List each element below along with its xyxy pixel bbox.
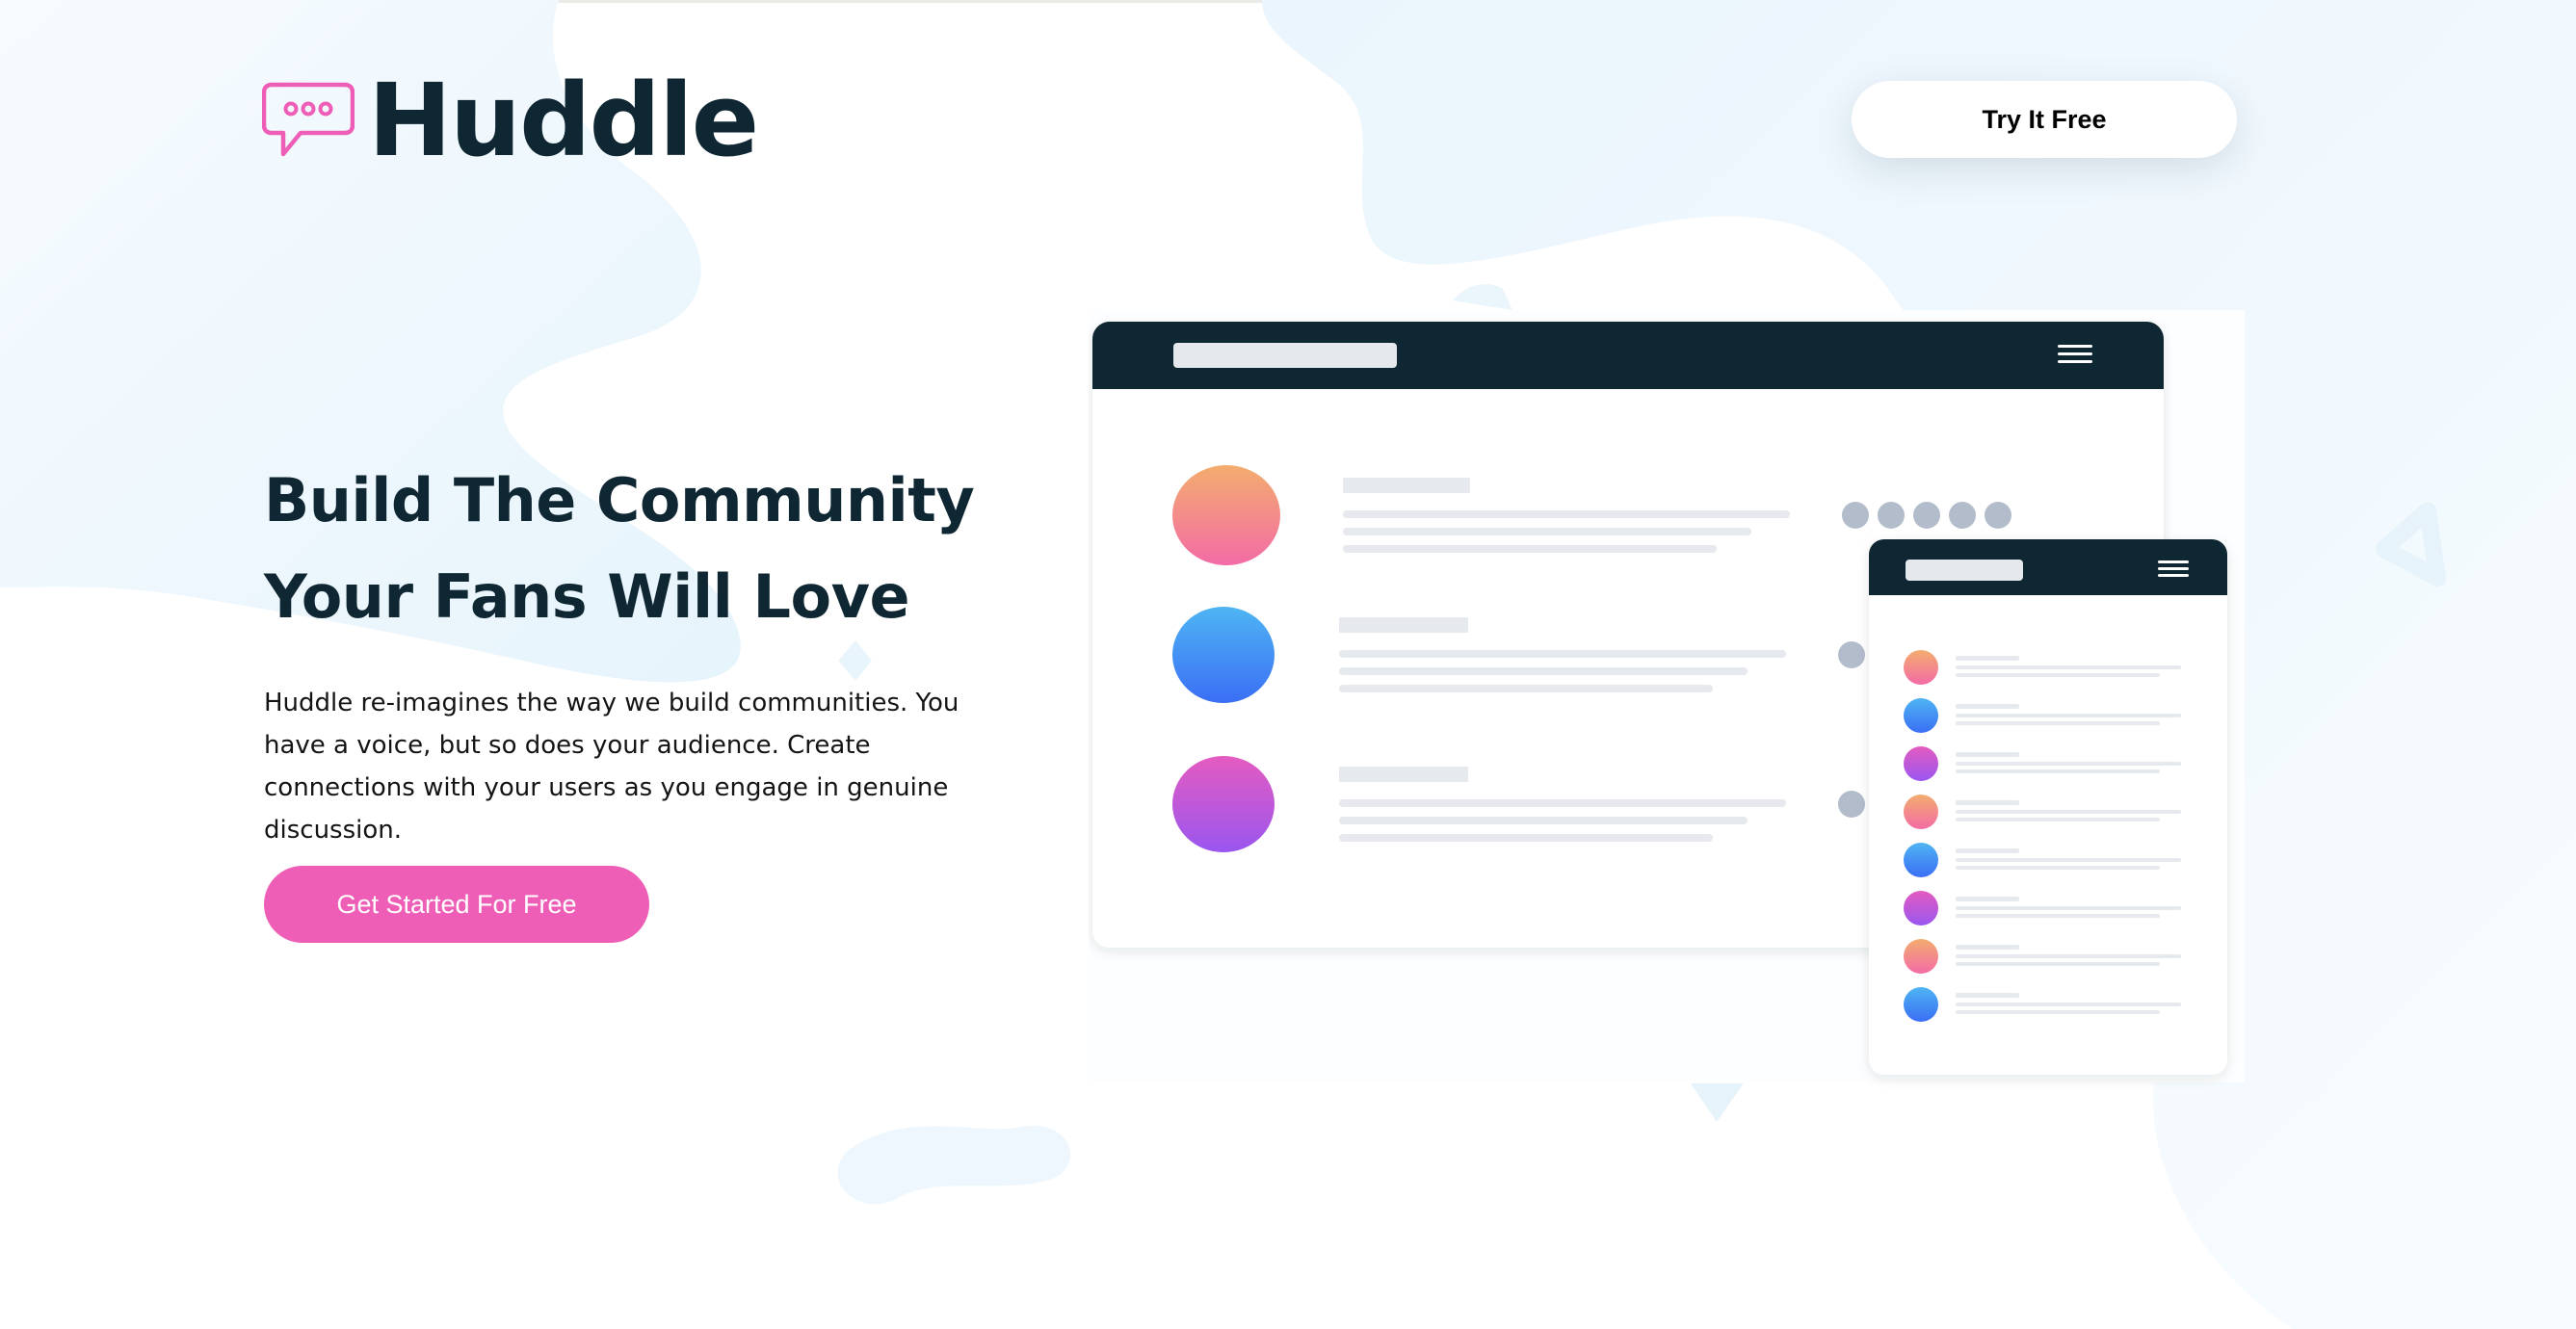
- hamburger-menu-icon: [2058, 345, 2092, 363]
- hero-title-line-1: Build The Community: [264, 465, 975, 535]
- mobile-window-mock: [1869, 539, 2227, 1075]
- brand-logo[interactable]: Huddle: [262, 70, 759, 170]
- hero-title: Build The Community Your Fans Will Love: [264, 453, 1035, 645]
- get-started-button[interactable]: Get Started For Free: [264, 866, 649, 943]
- speech-bubble-icon: [262, 82, 355, 157]
- brand-name: Huddle: [368, 62, 759, 179]
- hero-title-line-2: Your Fans Will Love: [264, 561, 910, 632]
- try-it-free-button[interactable]: Try It Free: [1852, 81, 2237, 158]
- product-mockup-illustration: [1089, 310, 2245, 1082]
- hero-description: Huddle re-imagines the way we build comm…: [264, 689, 959, 845]
